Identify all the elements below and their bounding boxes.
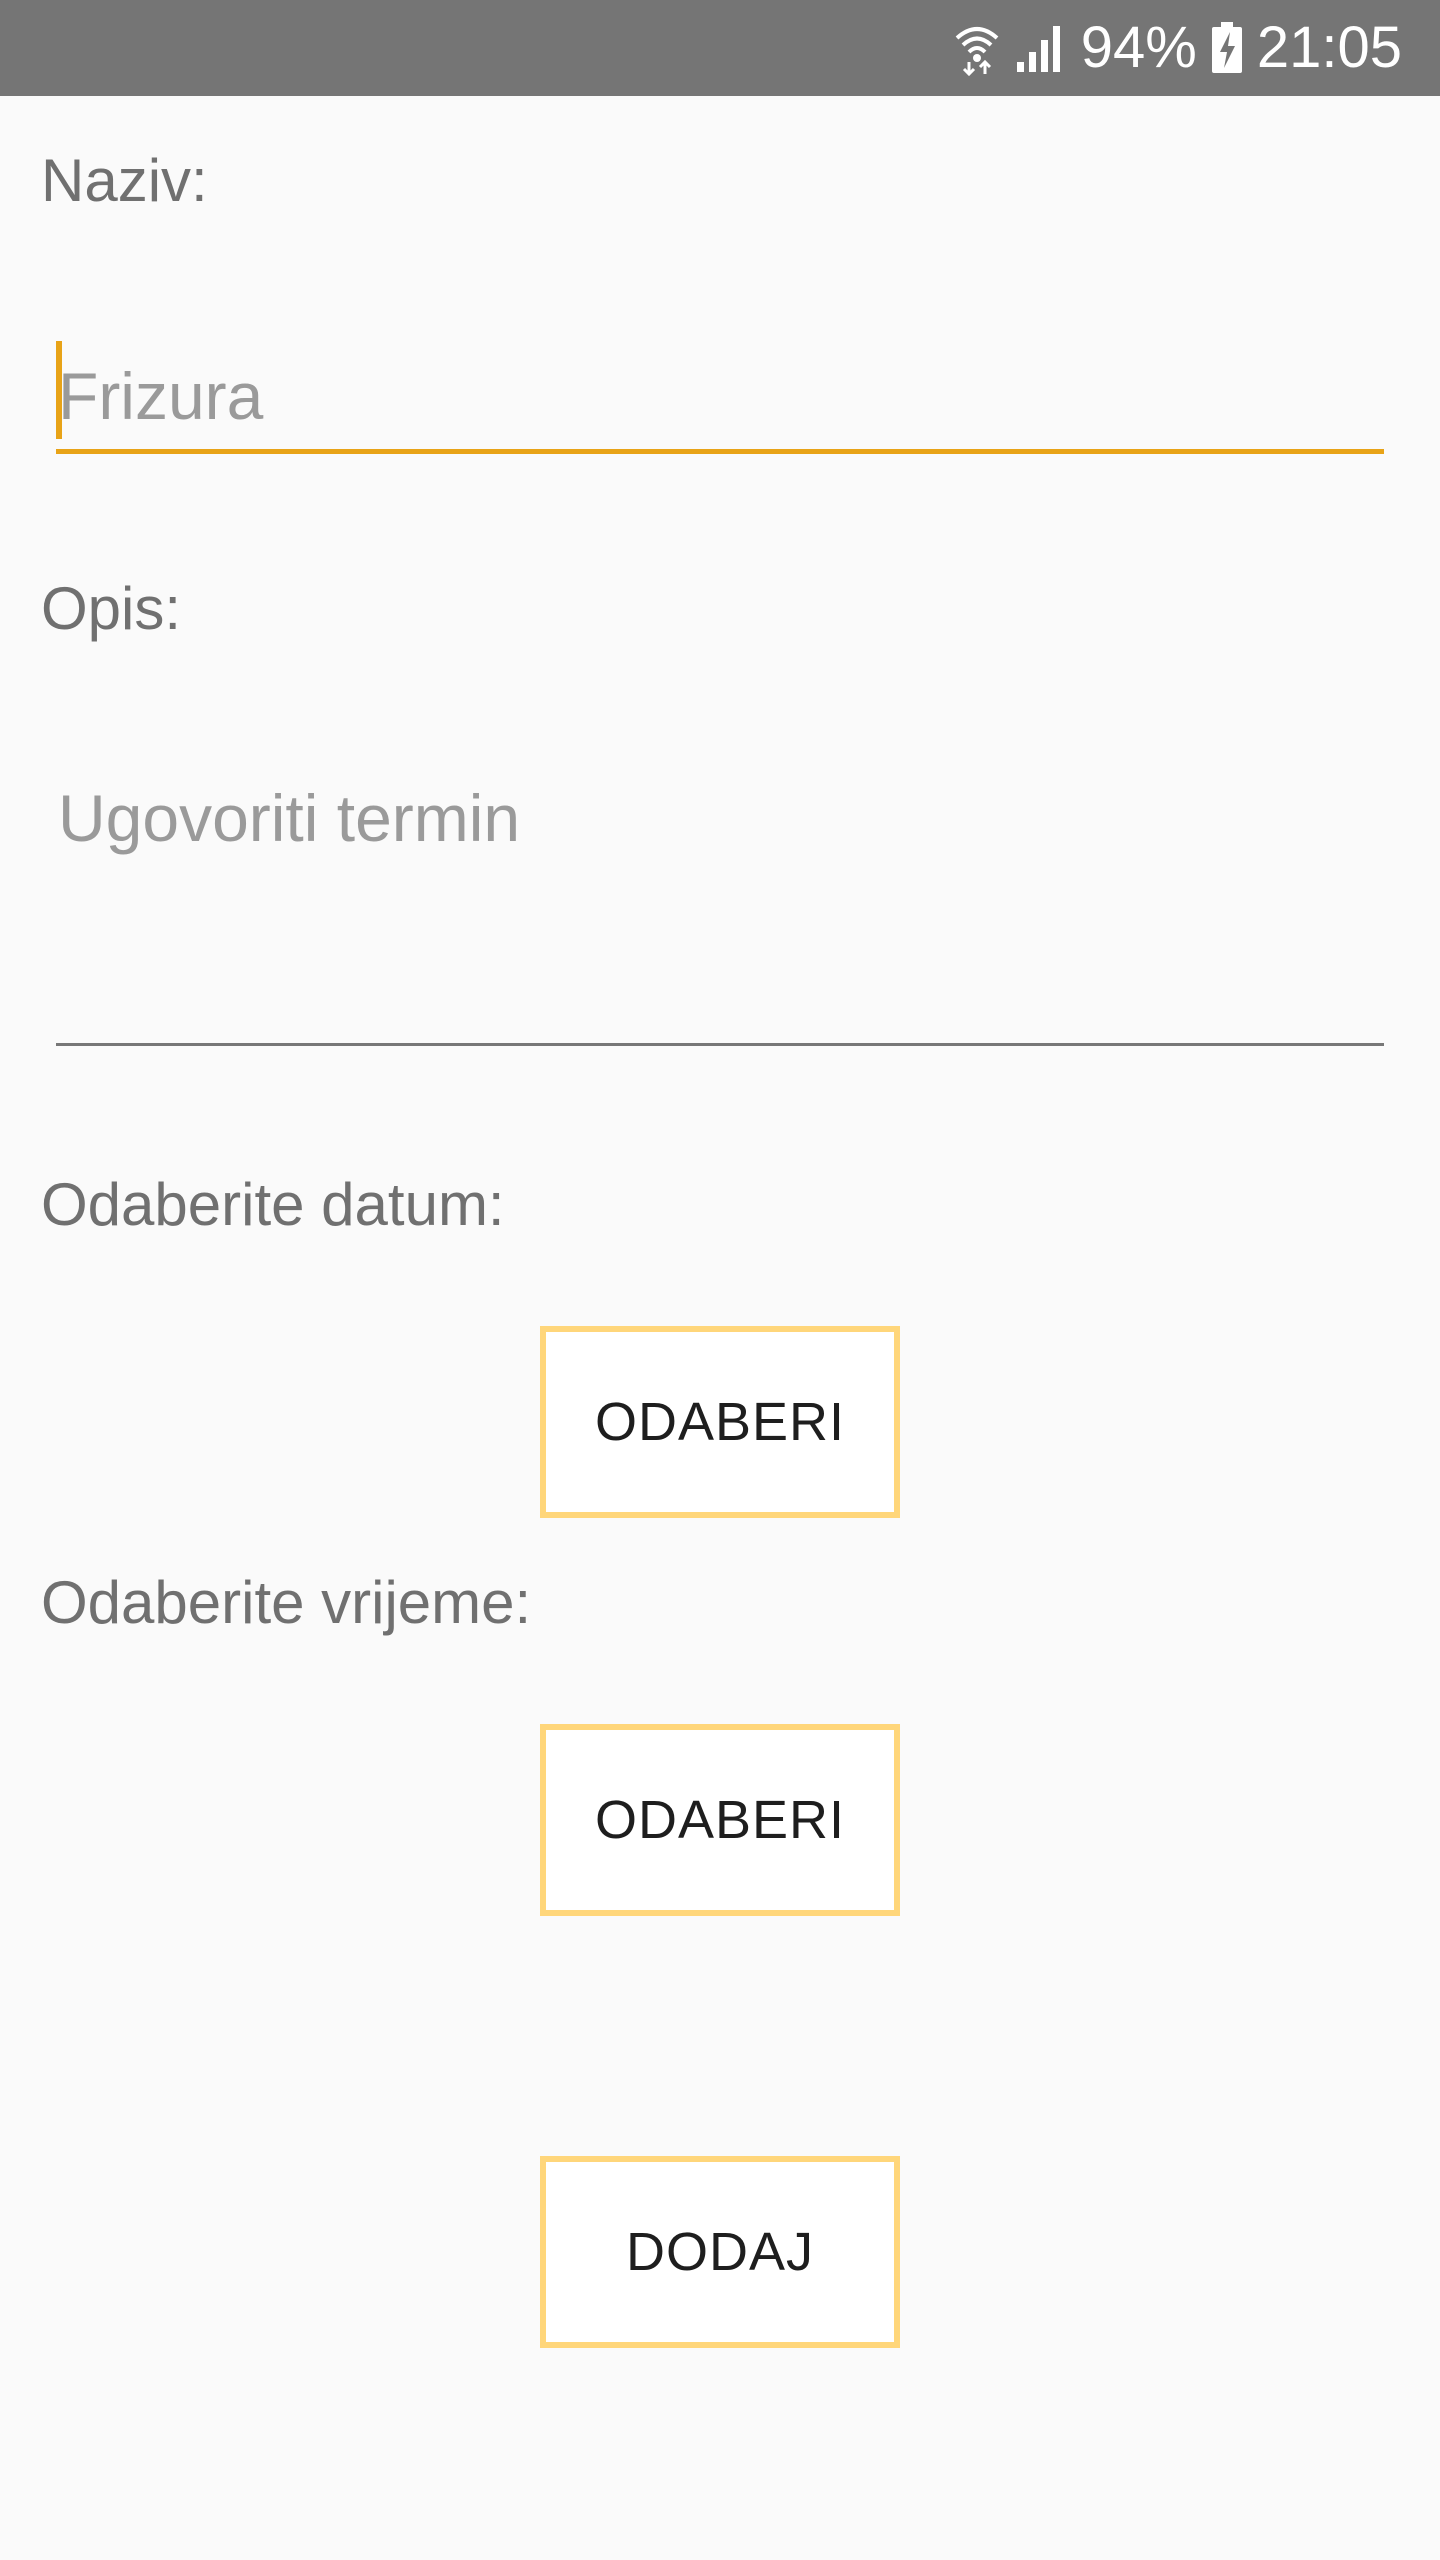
naziv-input[interactable]: Frizura bbox=[56, 340, 1384, 454]
clock: 21:05 bbox=[1256, 15, 1402, 80]
status-bar: 94% 21:05 bbox=[0, 0, 1440, 96]
vrijeme-label: Odaberite vrijeme: bbox=[41, 1569, 532, 1636]
opis-input[interactable]: Ugovoriti termin bbox=[56, 780, 1384, 1046]
battery-percent: 94% bbox=[1080, 15, 1197, 80]
status-icons: 94% 21:05 bbox=[953, 0, 1402, 96]
screen: 94% 21:05 Naziv: Frizura Opis: Ugovoriti… bbox=[0, 0, 1440, 2560]
wifi-icon bbox=[953, 20, 1001, 76]
add-button[interactable]: DODAJ bbox=[540, 2156, 900, 2348]
select-date-button[interactable]: ODABERI bbox=[540, 1326, 900, 1518]
select-time-button[interactable]: ODABERI bbox=[540, 1724, 900, 1916]
opis-label: Opis: bbox=[41, 575, 182, 642]
naziv-label: Naziv: bbox=[41, 147, 208, 214]
opis-placeholder: Ugovoriti termin bbox=[58, 781, 521, 855]
battery-charging-icon bbox=[1211, 22, 1243, 74]
datum-label: Odaberite datum: bbox=[41, 1171, 505, 1238]
signal-icon bbox=[1015, 22, 1067, 74]
naziv-placeholder: Frizura bbox=[58, 359, 264, 433]
